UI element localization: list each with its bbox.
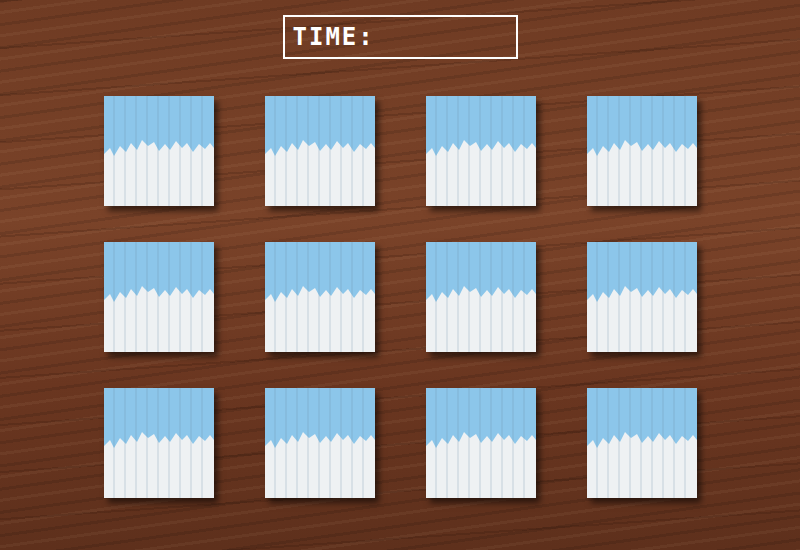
- timer-label: TIME:: [293, 23, 375, 51]
- memory-card[interactable]: [426, 96, 536, 206]
- memory-card[interactable]: [587, 242, 697, 352]
- card-back-icon: [426, 96, 536, 206]
- game-board: TIME:: [0, 0, 800, 550]
- card-grid: [0, 96, 800, 498]
- card-back-icon: [104, 388, 214, 498]
- card-back-icon: [426, 242, 536, 352]
- memory-card[interactable]: [265, 96, 375, 206]
- memory-card[interactable]: [104, 96, 214, 206]
- memory-card[interactable]: [587, 388, 697, 498]
- card-back-icon: [265, 96, 375, 206]
- timer: TIME:: [283, 15, 518, 59]
- memory-card[interactable]: [426, 242, 536, 352]
- card-back-icon: [104, 242, 214, 352]
- card-back-icon: [104, 96, 214, 206]
- card-back-icon: [265, 242, 375, 352]
- memory-card[interactable]: [587, 96, 697, 206]
- card-back-icon: [587, 96, 697, 206]
- memory-card[interactable]: [265, 388, 375, 498]
- card-back-icon: [587, 388, 697, 498]
- card-back-icon: [265, 388, 375, 498]
- card-back-icon: [587, 242, 697, 352]
- memory-card[interactable]: [265, 242, 375, 352]
- memory-card[interactable]: [426, 388, 536, 498]
- memory-card[interactable]: [104, 242, 214, 352]
- memory-card[interactable]: [104, 388, 214, 498]
- card-back-icon: [426, 388, 536, 498]
